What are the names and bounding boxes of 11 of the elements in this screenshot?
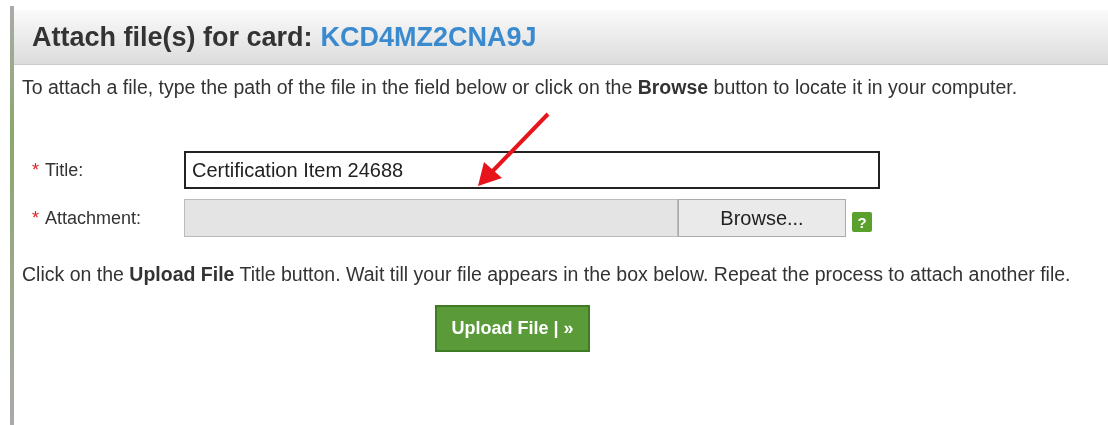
attachment-field[interactable]: [184, 199, 678, 237]
field-label: Title:: [45, 159, 84, 181]
field-label: Attachment:: [45, 207, 142, 229]
dialog-title: Attach file(s) for card:: [32, 21, 313, 53]
intro-text: To attach a file, type the path of the file in the field below or click on the Browse button to locate it in your computer.: [22, 75, 1019, 100]
required-marker: *: [32, 159, 39, 181]
instructions-text: Click on the Upload File Title button. Wait till your file appears in the box below. Repeat the process to attach another file.: [22, 262, 1072, 287]
browse-button[interactable]: Browse...: [678, 199, 846, 237]
title-field[interactable]: Certification Item 24688: [184, 151, 880, 189]
card-id: KCD4MZ2CNA9J: [320, 21, 537, 53]
required-marker: *: [32, 207, 39, 229]
